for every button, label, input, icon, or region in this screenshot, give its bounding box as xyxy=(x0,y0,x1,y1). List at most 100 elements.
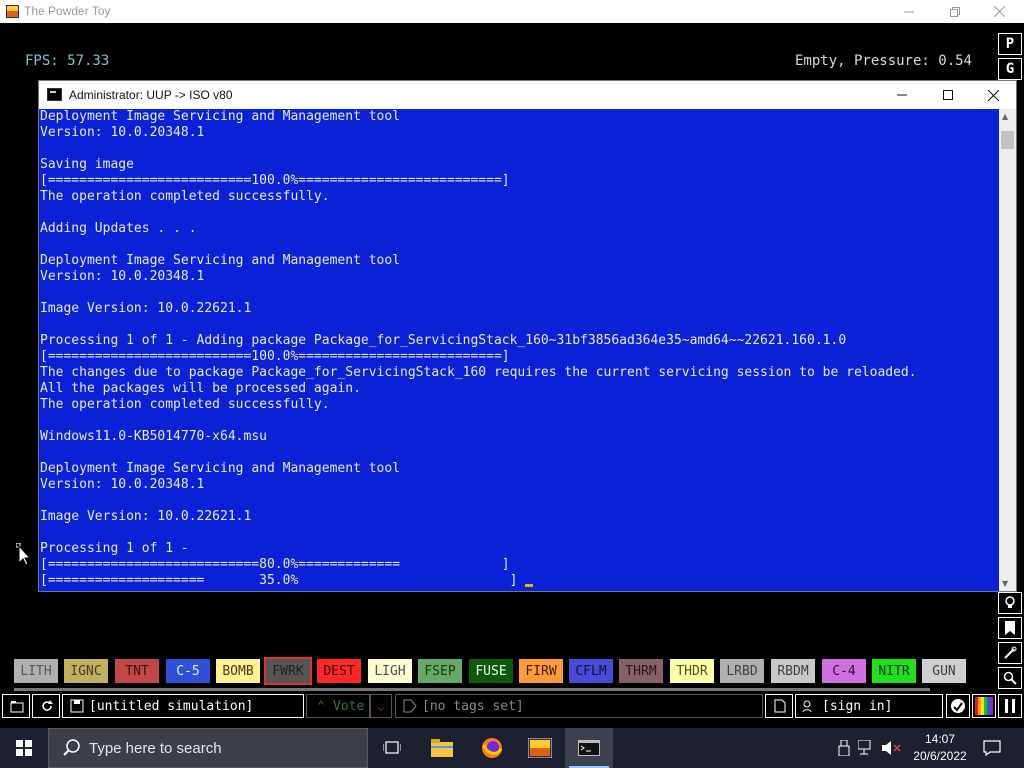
gear-icon xyxy=(951,699,965,713)
clock-time: 14:07 xyxy=(924,732,956,746)
console-output: Deployment Image Servicing and Managemen… xyxy=(40,109,917,589)
mouse-cursor-icon xyxy=(16,543,32,565)
console-line: Image Version: 10.0.22621.1 xyxy=(40,509,252,524)
taskbar-clock[interactable]: 14:07 20/6/2022 xyxy=(905,731,975,765)
minimize-button[interactable] xyxy=(886,0,932,23)
element-c4-button[interactable]: C-4 xyxy=(822,659,866,683)
element-bomb-button[interactable]: BOMB xyxy=(216,659,260,683)
file-explorer-button[interactable] xyxy=(418,728,466,768)
element-ignc-button[interactable]: IGNC xyxy=(64,659,108,683)
file-explorer-icon xyxy=(431,739,453,757)
restore-icon xyxy=(950,6,960,17)
cmd-maximize-button[interactable] xyxy=(925,81,971,109)
cmd-console[interactable]: Deployment Image Servicing and Managemen… xyxy=(39,109,999,591)
console-line: The operation completed successfully. xyxy=(40,397,330,412)
console-line: [==========================100.0%=======… xyxy=(40,173,510,188)
vote-down-button[interactable]: ⌄ xyxy=(370,694,392,718)
element-gun-button[interactable]: GUN xyxy=(922,659,966,683)
element-thdr-button[interactable]: THDR xyxy=(670,659,714,683)
cmd-minimize-button[interactable] xyxy=(879,81,925,109)
pause-button[interactable] xyxy=(998,694,1022,718)
task-view-button[interactable] xyxy=(368,728,416,768)
volume-muted-icon[interactable] xyxy=(882,740,902,756)
wrench-icon xyxy=(1004,646,1017,659)
powder-toy-taskbar-button[interactable] xyxy=(516,728,564,768)
thumbs-up-icon: ⌃ xyxy=(317,698,325,714)
rb-bulb-button[interactable] xyxy=(998,592,1022,614)
element-tnt-button[interactable]: TNT xyxy=(115,659,159,683)
settings-button[interactable] xyxy=(946,694,970,718)
reload-button[interactable] xyxy=(32,694,60,718)
pressure-readout: Empty, Pressure: 0.54 xyxy=(794,53,972,69)
element-scrollbar[interactable] xyxy=(14,688,930,691)
element-nitr-button[interactable]: NITR xyxy=(872,659,916,683)
render-options-button[interactable] xyxy=(972,694,996,718)
console-line: [===========================80.0%=======… xyxy=(40,557,510,572)
cmd-close-button[interactable] xyxy=(970,81,1016,109)
pause-sim-button-p[interactable]: P xyxy=(998,33,1022,55)
restore-button[interactable] xyxy=(932,0,978,23)
network-icon[interactable] xyxy=(858,740,876,756)
element-rbdm-button[interactable]: RBDM xyxy=(771,659,815,683)
cmd-titlebar[interactable]: Administrator: UUP -> ISO v80 xyxy=(39,81,1016,109)
folder-icon xyxy=(7,699,27,713)
usb-device-icon[interactable] xyxy=(838,740,850,756)
tags-button[interactable]: [no tags set] xyxy=(395,694,763,718)
console-line: Image Version: 10.0.22621.1 xyxy=(40,301,252,316)
console-line: Adding Updates . . . xyxy=(40,221,197,236)
console-line: The changes due to package Package_for_S… xyxy=(40,365,917,380)
terminal-icon xyxy=(578,740,600,756)
console-line: [==================== 35.0% ] xyxy=(40,573,917,589)
text-cursor xyxy=(525,584,534,587)
console-line: Processing 1 of 1 - Adding package Packa… xyxy=(40,333,847,348)
console-line: Deployment Image Servicing and Managemen… xyxy=(40,461,401,476)
element-fwrk-button[interactable]: FWRK xyxy=(264,657,312,685)
scrollbar-thumb[interactable] xyxy=(1001,131,1014,149)
reload-icon xyxy=(37,699,57,713)
element-thrm-button[interactable]: THRM xyxy=(619,659,663,683)
new-file-icon xyxy=(770,699,790,713)
element-ligh-button[interactable]: LIGH xyxy=(368,659,412,683)
vote-up-button[interactable]: ⌃ Vote xyxy=(306,694,370,718)
sign-in-button[interactable]: [sign in] xyxy=(795,694,943,718)
rb-search-button[interactable] xyxy=(998,667,1022,689)
powder-toy-icon xyxy=(528,738,552,758)
search-icon xyxy=(1003,671,1017,685)
element-lrbd-button[interactable]: LRBD xyxy=(720,659,764,683)
close-icon xyxy=(993,6,1005,17)
start-button[interactable] xyxy=(0,728,48,768)
cmd-scrollbar[interactable]: ▲ ▼ xyxy=(999,109,1016,591)
scroll-down-icon[interactable]: ▼ xyxy=(1002,579,1008,588)
gravity-button-g[interactable]: G xyxy=(998,58,1022,80)
element-firw-button[interactable]: FIRW xyxy=(519,659,563,683)
terminal-taskbar-button[interactable] xyxy=(565,728,613,768)
console-line: Saving image xyxy=(40,157,134,172)
firefox-button[interactable] xyxy=(468,728,516,768)
element-cflm-button[interactable]: CFLM xyxy=(569,659,613,683)
element-fuse-button[interactable]: FUSE xyxy=(469,659,513,683)
app-titlebar: The Powder Toy xyxy=(0,0,1024,23)
scroll-up-icon[interactable]: ▲ xyxy=(1002,112,1008,121)
console-line: [==========================100.0%=======… xyxy=(40,349,510,364)
rb-bookmark-button[interactable] xyxy=(998,617,1022,639)
console-line: Version: 10.0.20348.1 xyxy=(40,125,205,140)
open-save-button[interactable] xyxy=(2,694,30,718)
save-name-button[interactable]: [untitled simulation] xyxy=(62,694,304,718)
app-icon xyxy=(6,5,19,18)
element-lith-button[interactable]: LITH xyxy=(14,659,58,683)
element-dest-button[interactable]: DEST xyxy=(317,659,361,683)
element-c5-button[interactable]: C-5 xyxy=(166,659,210,683)
new-simulation-button[interactable] xyxy=(765,694,793,718)
element-fsep-button[interactable]: FSEP xyxy=(418,659,462,683)
rb-tools-button[interactable] xyxy=(998,642,1022,664)
close-button[interactable] xyxy=(976,0,1022,23)
cmd-window[interactable]: Administrator: UUP -> ISO v80 Deployment… xyxy=(38,80,1017,592)
taskbar-search-box[interactable]: Type here to search xyxy=(48,728,368,768)
notification-button[interactable] xyxy=(968,728,1016,768)
app-title: The Powder Toy xyxy=(24,4,111,18)
console-line: Processing 1 of 1 - xyxy=(40,541,189,556)
